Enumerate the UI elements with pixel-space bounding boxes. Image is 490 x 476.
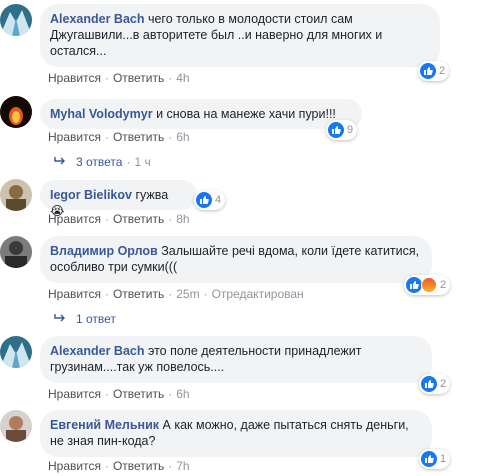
reply-arrow-icon (54, 155, 66, 169)
timestamp[interactable]: 4h (176, 71, 189, 85)
comment-author[interactable]: Евгений Мельник (50, 418, 159, 432)
like-link[interactable]: Нравится (48, 71, 101, 85)
timestamp[interactable]: 8h (176, 212, 189, 226)
comment-bubble: Евгений Мельник А как можно, даже пытать… (40, 410, 432, 457)
like-icon (196, 192, 212, 208)
reactions-badge[interactable]: 2 (419, 374, 451, 394)
avatar[interactable] (0, 410, 32, 442)
edited-label[interactable]: Отредактирован (212, 287, 304, 301)
like-icon (421, 376, 437, 392)
timestamp[interactable]: 25m (176, 287, 199, 301)
timestamp[interactable]: 6h (176, 130, 189, 144)
avatar[interactable] (0, 236, 32, 268)
avatar[interactable] (0, 179, 32, 211)
comment-text: и снова на манеже хачи пури!!! (156, 107, 336, 121)
like-icon (406, 277, 422, 293)
reaction-count: 1 (440, 453, 447, 465)
like-icon (328, 122, 344, 138)
replies-time: 1 ч (134, 155, 151, 169)
comment-bubble: Iegor Bielikov гужва 😭 (40, 180, 197, 218)
like-link[interactable]: Нравится (48, 130, 101, 144)
reaction-count: 2 (439, 65, 446, 77)
comment-bubble: Alexander Bach чего только в молодости с… (40, 4, 440, 67)
angry-react-icon (421, 277, 437, 293)
view-replies-link[interactable]: 3 ответа · 1 ч (54, 155, 151, 169)
comment-author[interactable]: Iegor Bielikov (50, 188, 132, 202)
reaction-count: 2 (440, 279, 447, 291)
like-link[interactable]: Нравится (48, 287, 101, 301)
like-icon (421, 451, 437, 467)
comment-actions: Нравится · Ответить · 7h (48, 459, 190, 473)
comment-author[interactable]: Alexander Bach (50, 344, 144, 358)
reaction-count: 9 (347, 124, 354, 136)
reply-link[interactable]: Ответить (113, 130, 164, 144)
comment-bubble: Alexander Bach это поле деятельности при… (40, 336, 432, 383)
reactions-badge[interactable]: 2 (418, 61, 450, 81)
reaction-count: 4 (215, 194, 222, 206)
comment-bubble: Myhal Volodymyr и снова на манеже хачи п… (40, 99, 362, 129)
avatar[interactable] (0, 4, 32, 36)
avatar[interactable] (0, 96, 32, 128)
reply-link[interactable]: Ответить (113, 212, 164, 226)
comment-author[interactable]: Владимир Орлов (50, 244, 158, 258)
reactions-badge[interactable]: 2 (404, 275, 451, 295)
replies-count[interactable]: 1 ответ (76, 312, 116, 326)
comment-actions: Нравится · Ответить · 25m · Отредактирован (48, 287, 304, 301)
like-link[interactable]: Нравится (48, 459, 101, 473)
like-link[interactable]: Нравится (48, 387, 101, 401)
reply-link[interactable]: Ответить (113, 387, 164, 401)
comment-bubble: Владимир Орлов Залышайте речі вдома, кол… (40, 236, 432, 283)
comment-author[interactable]: Myhal Volodymyr (50, 107, 153, 121)
reply-arrow-icon (54, 312, 66, 326)
view-replies-link[interactable]: 1 ответ (54, 312, 116, 326)
comment-author[interactable]: Alexander Bach (50, 12, 144, 26)
comment-actions: Нравится · Ответить · 8h (48, 212, 190, 226)
reply-link[interactable]: Ответить (113, 459, 164, 473)
comment-actions: Нравится · Ответить · 6h (48, 130, 190, 144)
like-link[interactable]: Нравится (48, 212, 101, 226)
like-icon (420, 63, 436, 79)
timestamp[interactable]: 7h (176, 459, 189, 473)
reactions-badge[interactable]: 1 (419, 449, 451, 469)
reply-link[interactable]: Ответить (113, 287, 164, 301)
comment-actions: Нравится · Ответить · 4h (48, 71, 190, 85)
timestamp[interactable]: 6h (176, 387, 189, 401)
reactions-badge[interactable]: 9 (326, 120, 358, 140)
comment-actions: Нравится · Ответить · 6h (48, 387, 190, 401)
reaction-count: 2 (440, 378, 447, 390)
avatar[interactable] (0, 336, 32, 368)
reactions-badge[interactable]: 4 (194, 190, 226, 210)
replies-count[interactable]: 3 ответа (76, 155, 122, 169)
reply-link[interactable]: Ответить (113, 71, 164, 85)
